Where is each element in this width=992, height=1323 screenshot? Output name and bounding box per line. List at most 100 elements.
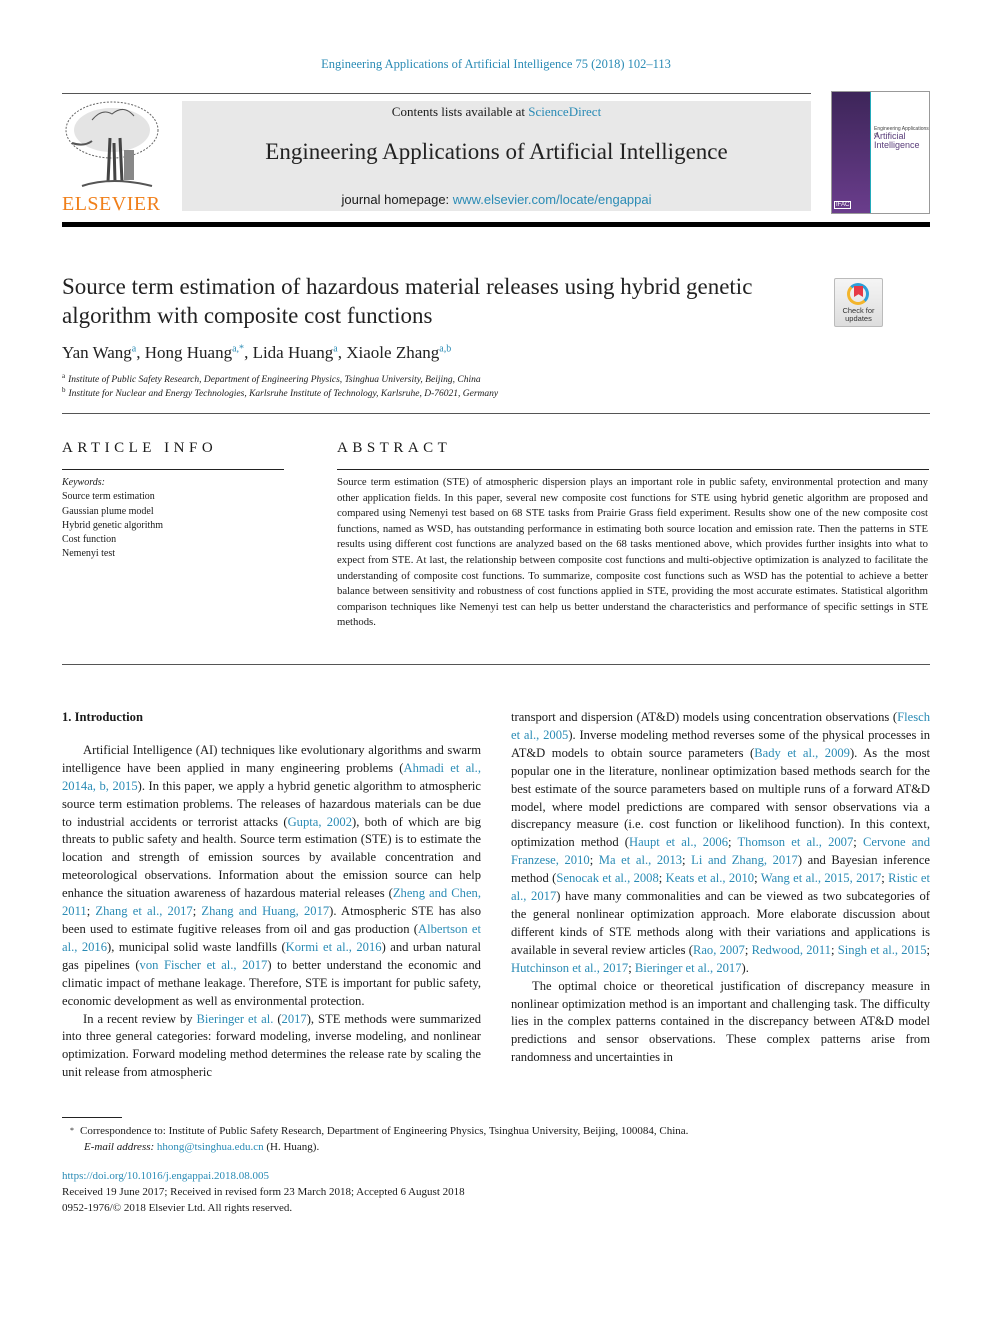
homepage-link[interactable]: www.elsevier.com/locate/engappai (453, 192, 652, 207)
citation-link[interactable]: Ma et al., 2013 (599, 853, 682, 867)
citation-link[interactable]: von Fischer et al., 2017 (140, 958, 268, 972)
citation-link[interactable]: Wang et al., 2015, 2017 (761, 871, 882, 885)
abstract-heading: ABSTRACT (337, 440, 452, 456)
body-text: ( (273, 1011, 282, 1026)
article-info-rule (62, 469, 284, 470)
body-text: In a recent review by (83, 1011, 197, 1026)
author-affil-mark[interactable]: a (132, 343, 136, 354)
citation-link[interactable]: Thomson et al., 2007 (737, 835, 853, 849)
body-column-left: 1. Introduction Artificial Intelligence … (62, 709, 481, 1082)
affiliation: a Institute of Public Safety Research, De… (62, 372, 481, 385)
author-affil-mark[interactable]: a,* (232, 343, 244, 354)
keyword: Cost function (62, 534, 117, 546)
body-text: ; (926, 942, 931, 957)
correspondence-footnote: * Correspondence to: Institute of Public … (62, 1123, 922, 1155)
publisher-wordmark: ELSEVIER (62, 193, 161, 215)
journal-cover[interactable]: Engineering Applications of Artificial In… (831, 91, 930, 214)
body-text: ). As the most popular one in the litera… (511, 745, 930, 850)
cover-band (832, 92, 870, 213)
author-name[interactable]: Xiaole Zhang (346, 343, 439, 362)
body-paragraph: In a recent review by Bieringer et al. (… (62, 1011, 481, 1083)
doi-link[interactable]: https://doi.org/10.1016/j.engappai.2018.… (62, 1168, 465, 1184)
citation-link[interactable]: Zhang and Huang, 2017 (201, 904, 329, 918)
body-text: ; (682, 853, 692, 868)
homepage-line: journal homepage: www.elsevier.com/locat… (182, 192, 811, 207)
affiliation-text: Institute for Nuclear and Energy Technol… (68, 389, 499, 400)
right-paragraphs: transport and dispersion (AT&D) models u… (511, 709, 930, 1067)
body-text: ; (744, 942, 752, 957)
body-text: ; (754, 871, 761, 886)
body-text: ; (853, 835, 863, 850)
citation-link[interactable]: Gupta, 2002 (288, 815, 352, 829)
contents-line: Contents lists available at ScienceDirec… (182, 104, 811, 120)
received-dates: Received 19 June 2017; Received in revis… (62, 1186, 465, 1198)
journal-banner: Contents lists available at ScienceDirec… (182, 101, 811, 211)
article-meta: https://doi.org/10.1016/j.engappai.2018.… (62, 1168, 465, 1216)
body-text: The optimal choice or theoretical justif… (511, 978, 930, 1065)
keywords-label: Keywords: (62, 477, 105, 488)
section-rule (62, 413, 930, 414)
body-text: transport and dispersion (AT&D) models u… (511, 710, 898, 724)
keyword: Source term estimation (62, 491, 155, 503)
abstract-text: Source term estimation (STE) of atmosphe… (337, 476, 928, 629)
header-thick-rule (62, 222, 930, 227)
journal-citation[interactable]: Engineering Applications of Artificial I… (0, 57, 992, 72)
author-name[interactable]: Hong Huang (145, 343, 232, 362)
article-info-heading: ARTICLE INFO (62, 440, 218, 456)
cover-divider (870, 92, 871, 213)
keywords-block: Keywords: Source term estimation Gaussia… (62, 476, 163, 562)
paper-title: Source term estimation of hazardous mate… (62, 274, 753, 328)
author-name[interactable]: Lida Huang (253, 343, 334, 362)
email-suffix: (H. Huang). (263, 1141, 320, 1153)
citation-link[interactable]: Kormi et al., 2016 (286, 940, 382, 954)
author-name[interactable]: Yan Wang (62, 343, 132, 362)
copyright: 0952-1976/© 2018 Elsevier Ltd. All right… (62, 1202, 293, 1214)
journal-title: Engineering Applications of Artificial I… (265, 139, 728, 164)
citation-link[interactable]: Bieringer et al. (197, 1012, 274, 1026)
citation-link[interactable]: Keats et al., 2010 (666, 871, 754, 885)
citation-link[interactable]: Haupt et al., 2006 (629, 835, 728, 849)
email-link[interactable]: hhong@tsinghua.edu.cn (157, 1141, 264, 1153)
email-label: E-mail address: (84, 1141, 155, 1153)
body-text: ; (830, 942, 838, 957)
footnote-rule (62, 1117, 122, 1118)
author-affil-mark[interactable]: a (333, 343, 337, 354)
section-rule (62, 664, 930, 665)
section-heading: 1. Introduction (62, 710, 143, 724)
footnote-mark: * (70, 1126, 74, 1135)
cover-title-b: Intelligence (874, 140, 920, 150)
keyword: Nemenyi test (62, 548, 116, 560)
check-for-updates-label: Check for updates (842, 306, 875, 323)
abstract-rule (337, 469, 929, 470)
body-column-right: transport and dispersion (AT&D) models u… (511, 709, 930, 1067)
body-text: ; (628, 960, 635, 975)
citation-link[interactable]: Redwood, 2011 (752, 943, 831, 957)
citation-link[interactable]: Senocak et al., 2008 (556, 871, 658, 885)
citation-link[interactable]: 2017 (282, 1012, 307, 1026)
left-paragraphs: Artificial Intelligence (AI) techniques … (62, 742, 481, 1082)
sciencedirect-link[interactable]: ScienceDirect (528, 104, 601, 119)
affiliation-text: Institute of Public Safety Research, Dep… (68, 375, 481, 386)
keyword: Hybrid genetic algorithm (62, 519, 164, 531)
elsevier-logo[interactable]: ELSEVIER (62, 98, 162, 215)
affiliation-mark: a (62, 372, 66, 380)
citation-link[interactable]: Singh et al., 2015 (838, 943, 927, 957)
body-text: ; (658, 871, 666, 886)
citation-link[interactable]: Rao, 2007 (693, 943, 745, 957)
body-text: ). (741, 960, 749, 975)
ifac-logo: IFAC (834, 201, 852, 209)
author-list: Yan Wanga, Hong Huanga,*, Lida Huanga, X… (62, 343, 452, 362)
header-rule (62, 93, 811, 94)
author-affil-mark[interactable]: a,b (439, 343, 451, 354)
tree-icon (65, 101, 159, 187)
check-for-updates-button[interactable]: Check for updates (834, 278, 883, 327)
affiliation-mark: b (62, 386, 66, 394)
citation-link[interactable]: Zhang et al., 2017 (95, 904, 192, 918)
body-paragraph: Artificial Intelligence (AI) techniques … (62, 742, 481, 1011)
body-text: ; (589, 853, 599, 868)
contents-prefix: Contents lists available at (391, 104, 529, 119)
citation-link[interactable]: Li and Zhang, 2017 (691, 853, 798, 867)
citation-link[interactable]: Bieringer et al., 2017 (635, 961, 742, 975)
citation-link[interactable]: Hutchinson et al., 2017 (511, 961, 628, 975)
citation-link[interactable]: Bady et al., 2009 (754, 746, 850, 760)
